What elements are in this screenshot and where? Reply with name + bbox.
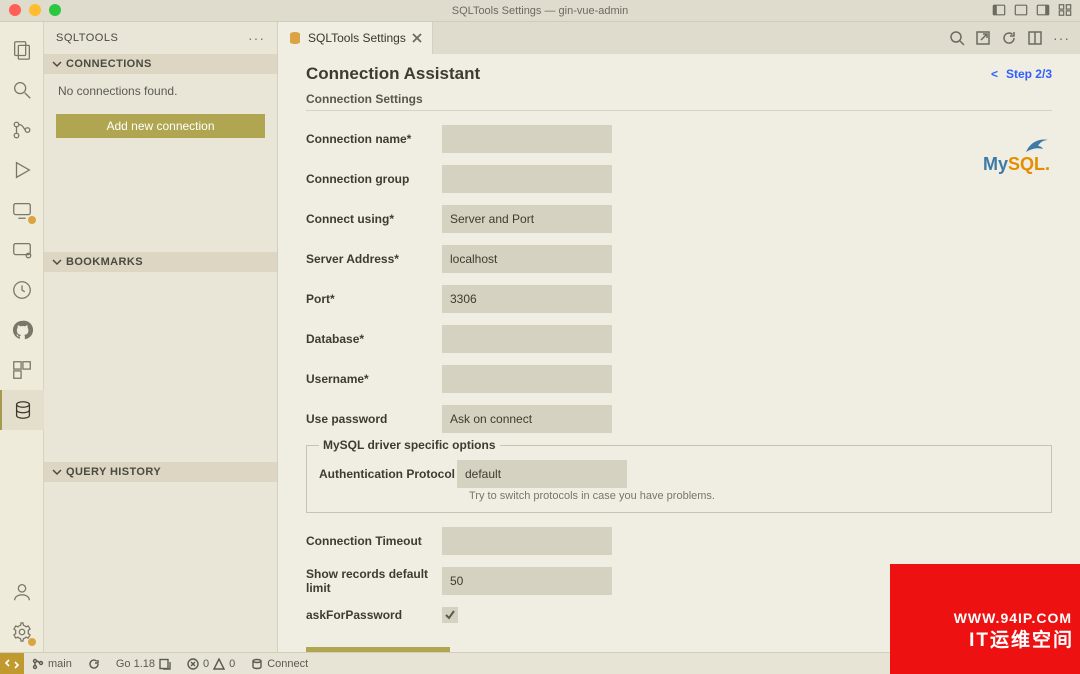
badge-icon <box>28 216 36 224</box>
minimize-window-icon[interactable] <box>29 4 41 16</box>
activity-github[interactable] <box>0 310 44 350</box>
remote-indicator[interactable] <box>0 653 24 674</box>
label-connect-using: Connect using* <box>306 212 442 226</box>
connect-using-select[interactable] <box>442 205 612 233</box>
refresh-icon[interactable] <box>1001 30 1017 46</box>
sidebar: SQLTOOLS ··· CONNECTIONS No connections f… <box>44 22 278 652</box>
search-icon[interactable] <box>949 30 965 46</box>
no-connections-text: No connections found. <box>44 74 277 108</box>
section-connections[interactable]: CONNECTIONS <box>44 54 277 74</box>
auth-hint: Try to switch protocols in case you have… <box>469 490 1039 502</box>
activity-remote-explorer[interactable] <box>0 230 44 270</box>
label-connection-name: Connection name* <box>306 132 442 146</box>
activity-search[interactable] <box>0 70 44 110</box>
mysql-options-fieldset: MySQL driver specific options Authentica… <box>306 445 1052 513</box>
username-input[interactable] <box>442 365 612 393</box>
label-connection-timeout: Connection Timeout <box>306 534 442 548</box>
port-input[interactable] <box>442 285 612 313</box>
label-auth-protocol: Authentication Protocol <box>319 467 457 481</box>
section-subtitle: Connection Settings <box>306 92 1052 106</box>
label-database: Database* <box>306 332 442 346</box>
fieldset-legend: MySQL driver specific options <box>319 438 500 452</box>
activity-sqltools[interactable] <box>0 390 44 430</box>
label-ask-for-password: askForPassword <box>306 608 442 622</box>
connection-name-input[interactable] <box>442 125 612 153</box>
status-bar: main Go 1.18 00 Connect <box>0 652 1080 674</box>
sidebar-more-icon[interactable]: ··· <box>248 30 265 46</box>
step-back-icon[interactable]: < <box>991 67 998 81</box>
server-address-input[interactable] <box>442 245 612 273</box>
tab-label: SQLTools Settings <box>308 31 406 45</box>
close-window-icon[interactable] <box>9 4 21 16</box>
section-label: CONNECTIONS <box>66 58 152 70</box>
panel-left-icon[interactable] <box>992 3 1006 17</box>
section-label: QUERY HISTORY <box>66 466 161 478</box>
panel-right-icon[interactable] <box>1036 3 1050 17</box>
activity-run-debug[interactable] <box>0 150 44 190</box>
split-editor-icon[interactable] <box>1027 30 1043 46</box>
use-password-select[interactable] <box>442 405 612 433</box>
badge-icon <box>28 638 36 646</box>
records-limit-input[interactable] <box>442 567 612 595</box>
activity-remote[interactable] <box>0 190 44 230</box>
section-bookmarks[interactable]: BOOKMARKS <box>44 252 277 272</box>
sidebar-title: SQLTOOLS <box>56 32 118 44</box>
page-title: Connection Assistant <box>306 64 480 84</box>
add-connection-button[interactable]: Add new connection <box>56 114 265 138</box>
dolphin-icon <box>1024 136 1050 154</box>
chevron-down-icon <box>52 467 62 477</box>
label-connection-group: Connection group <box>306 172 442 186</box>
activity-bar <box>0 22 44 652</box>
status-sync[interactable] <box>80 658 108 670</box>
section-label: BOOKMARKS <box>66 256 143 268</box>
tabs-row: SQLTools Settings ··· <box>278 22 1080 54</box>
content: Connection Assistant < Step 2/3 Connecti… <box>278 54 1080 652</box>
status-branch[interactable]: main <box>24 658 80 670</box>
activity-extensions[interactable] <box>0 350 44 390</box>
activity-explorer[interactable] <box>0 30 44 70</box>
database-input[interactable] <box>442 325 612 353</box>
connection-timeout-input[interactable] <box>442 527 612 555</box>
status-problems[interactable]: 00 <box>179 658 243 670</box>
maximize-window-icon[interactable] <box>49 4 61 16</box>
section-query-history[interactable]: QUERY HISTORY <box>44 462 277 482</box>
database-icon <box>288 31 302 45</box>
activity-timeline[interactable] <box>0 270 44 310</box>
save-connection-button[interactable]: SAVE CONNECTION <box>306 647 450 652</box>
activity-account[interactable] <box>0 572 44 612</box>
tab-sqltools-settings[interactable]: SQLTools Settings <box>278 22 433 54</box>
chevron-down-icon <box>52 59 62 69</box>
window-controls <box>9 4 61 16</box>
label-port: Port* <box>306 292 442 306</box>
close-icon[interactable] <box>412 33 422 43</box>
label-username: Username* <box>306 372 442 386</box>
auth-protocol-select[interactable] <box>457 460 627 488</box>
divider <box>306 110 1052 111</box>
editor-more-icon[interactable]: ··· <box>1053 30 1070 46</box>
mysql-logo: MySQL. <box>983 154 1050 175</box>
chevron-down-icon <box>52 257 62 267</box>
activity-settings[interactable] <box>0 612 44 652</box>
activity-source-control[interactable] <box>0 110 44 150</box>
label-server-address: Server Address* <box>306 252 442 266</box>
status-go-version[interactable]: Go 1.18 <box>108 658 179 670</box>
window-title: SQLTools Settings — gin-vue-admin <box>452 5 629 17</box>
panel-bottom-icon[interactable] <box>1014 3 1028 17</box>
step-indicator: Step 2/3 <box>1006 67 1052 81</box>
editor-zone: SQLTools Settings ··· Connection Assista… <box>278 22 1080 652</box>
connection-group-input[interactable] <box>442 165 612 193</box>
ask-for-password-checkbox[interactable] <box>442 607 458 623</box>
titlebar: SQLTools Settings — gin-vue-admin <box>0 0 1080 22</box>
title-icons <box>992 3 1072 17</box>
layout-grid-icon[interactable] <box>1058 3 1072 17</box>
status-connect[interactable]: Connect <box>243 658 316 670</box>
label-use-password: Use password <box>306 412 442 426</box>
open-external-icon[interactable] <box>975 30 991 46</box>
label-records-limit: Show records default limit <box>306 567 442 595</box>
